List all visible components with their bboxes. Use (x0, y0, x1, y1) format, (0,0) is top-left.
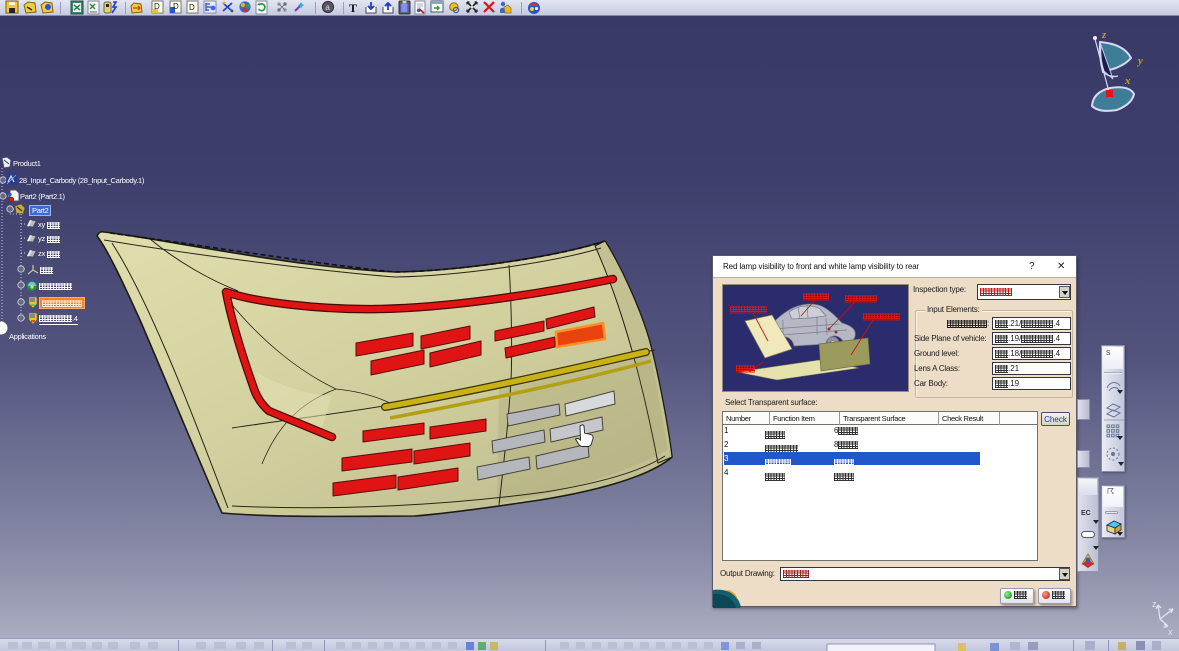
svg-text:T: T (349, 1, 357, 15)
svg-text:x: x (1124, 75, 1131, 87)
svg-text:x: x (1168, 627, 1173, 637)
svg-text:a: a (325, 3, 330, 12)
svg-text:D: D (173, 2, 179, 11)
svg-text:z: z (1101, 29, 1107, 41)
svg-text:D: D (189, 3, 195, 12)
svg-text:y: y (1136, 55, 1143, 67)
svg-text:D: D (154, 2, 160, 11)
svg-text:z: z (1152, 599, 1157, 609)
